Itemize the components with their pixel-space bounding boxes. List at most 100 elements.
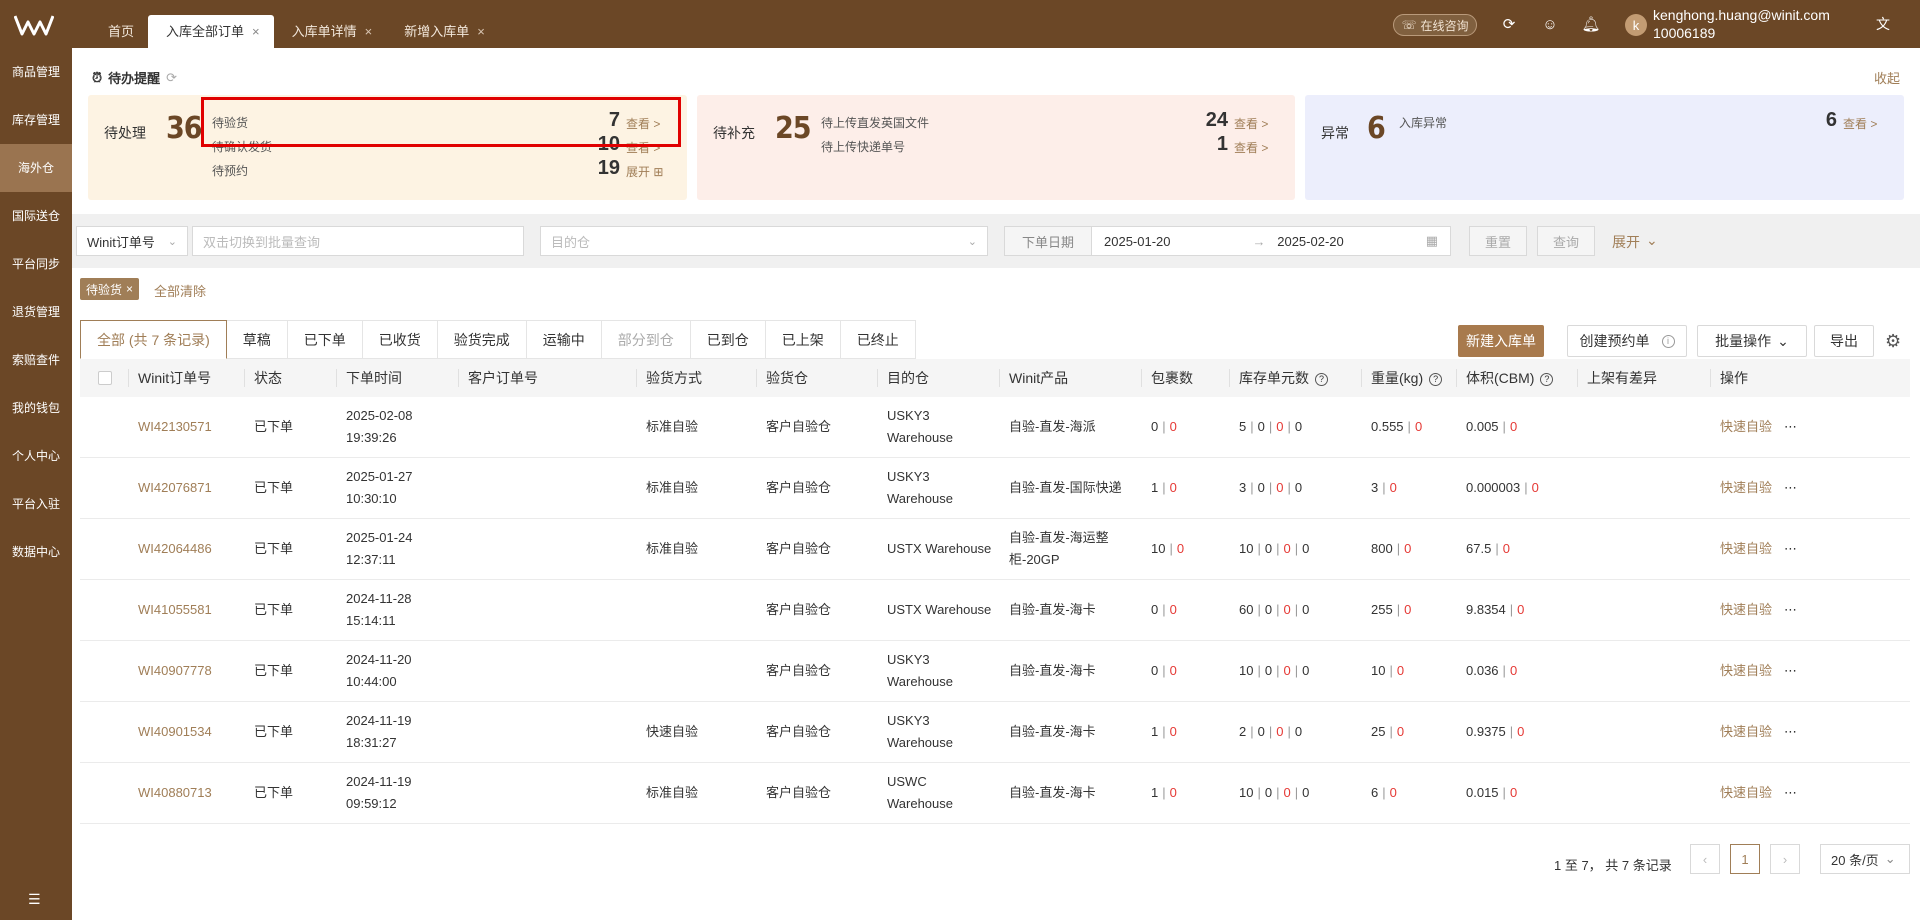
help-icon[interactable]: ?	[1315, 372, 1328, 386]
view-link[interactable]: 查看 >	[626, 139, 660, 156]
sidebar-item[interactable]: 海外仓	[0, 144, 72, 192]
order-id-link[interactable]: WI42130571	[138, 416, 212, 438]
order-id-link[interactable]: WI42076871	[138, 477, 212, 499]
help-icon[interactable]: ?	[1429, 372, 1443, 386]
order-type-select[interactable]: Winit订单号 ⌄	[76, 226, 188, 256]
column-header: 库存单元数?	[1229, 359, 1361, 397]
new-inbound-button[interactable]: 新建入库单	[1458, 325, 1544, 357]
page-number[interactable]: 1	[1730, 844, 1760, 874]
sidebar-item[interactable]: 商品管理	[0, 48, 72, 96]
order-id-link[interactable]: WI40901534	[138, 721, 212, 743]
quick-inspect-link[interactable]: 快速自验	[1720, 416, 1772, 438]
quick-inspect-link[interactable]: 快速自验	[1720, 538, 1772, 560]
more-icon[interactable]: ⋯	[1784, 599, 1797, 621]
query-button[interactable]: 查询	[1537, 226, 1595, 256]
quick-inspect-link[interactable]: 快速自验	[1720, 477, 1772, 499]
order-search-input[interactable]: 双击切换到批量查询	[192, 226, 524, 256]
warehouse-select[interactable]: 目的仓 ⌄	[540, 226, 988, 256]
expand-link[interactable]: 展开 ⊞	[626, 163, 663, 180]
separator: |	[1250, 419, 1254, 434]
quick-inspect-link[interactable]: 快速自验	[1720, 599, 1772, 621]
sidebar-item[interactable]: 个人中心	[0, 432, 72, 480]
date-range-picker[interactable]: 2025-01-20 → 2025-02-20 ▦	[1091, 226, 1451, 256]
reload-icon[interactable]: ⟳	[166, 70, 177, 86]
order-id-link[interactable]: WI42064486	[138, 538, 212, 560]
prev-page-button[interactable]: ‹	[1690, 844, 1720, 874]
sidebar-item[interactable]: 国际送仓	[0, 192, 72, 240]
value: 0.000003	[1466, 480, 1521, 495]
date-from[interactable]: 2025-01-20	[1104, 234, 1252, 249]
menu-toggle-icon[interactable]: ☰	[28, 891, 41, 908]
online-consult-button[interactable]: ☏ 在线咨询	[1393, 14, 1477, 36]
more-icon[interactable]: ⋯	[1784, 782, 1797, 804]
page-tab[interactable]: 新增入库单 ×	[386, 15, 499, 48]
user-info[interactable]: kenghong.huang@winit.com 10006189	[1653, 6, 1830, 42]
select-all-checkbox[interactable]	[98, 371, 112, 385]
date-to[interactable]: 2025-02-20	[1277, 234, 1425, 249]
status-tab[interactable]: 已终止	[840, 320, 916, 359]
page-tab[interactable]: 入库单详情 ×	[274, 15, 387, 48]
status-tab[interactable]: 部分到仓	[601, 320, 691, 359]
batch-actions-button[interactable]: 批量操作 ⌄	[1697, 325, 1807, 357]
sidebar-item[interactable]: 数据中心	[0, 528, 72, 576]
status-tab[interactable]: 验货完成	[437, 320, 527, 359]
product-cell: 自验-直发-海卡	[999, 580, 1141, 640]
headset-icon: ☏	[1401, 18, 1417, 32]
next-page-button[interactable]: ›	[1770, 844, 1800, 874]
sidebar-item[interactable]: 库存管理	[0, 96, 72, 144]
more-icon[interactable]: ⋯	[1784, 416, 1797, 438]
status-tab[interactable]: 已到仓	[690, 320, 766, 359]
close-icon[interactable]: ×	[477, 15, 485, 48]
more-icon[interactable]: ⋯	[1784, 660, 1797, 682]
winit-logo-icon[interactable]	[14, 14, 54, 36]
column-header-label: 操作	[1720, 370, 1748, 386]
quick-inspect-link[interactable]: 快速自验	[1720, 782, 1772, 804]
sidebar-item[interactable]: 索赔查件	[0, 336, 72, 384]
status-tab[interactable]: 已下单	[287, 320, 363, 359]
page-size-select[interactable]: 20 条/页 ⌄	[1820, 844, 1910, 874]
page-tab[interactable]: 入库全部订单 ×	[148, 15, 274, 48]
status-tab[interactable]: 草稿	[226, 320, 288, 359]
page-tab[interactable]: 首页	[90, 15, 148, 48]
translate-icon[interactable]: 文	[1874, 15, 1892, 33]
more-icon[interactable]: ⋯	[1784, 538, 1797, 560]
more-icon[interactable]: ⋯	[1784, 477, 1797, 499]
sidebar-item[interactable]: 平台同步	[0, 240, 72, 288]
help-icon[interactable]: ?	[1540, 372, 1554, 386]
sidebar-item[interactable]: 平台入驻	[0, 480, 72, 528]
bell-icon[interactable]: 🔔︎	[1581, 15, 1600, 33]
separator: |	[1268, 724, 1273, 739]
view-link[interactable]: 查看 >	[626, 115, 660, 132]
view-link[interactable]: 查看 >	[1843, 115, 1877, 132]
column-header-label: Winit订单号	[138, 370, 212, 386]
order-id-link[interactable]: WI40880713	[138, 782, 212, 804]
close-icon[interactable]: ×	[365, 15, 373, 48]
clear-all-link[interactable]: 全部清除	[154, 281, 206, 300]
refresh-icon[interactable]: ⟳	[1500, 15, 1518, 33]
smile-feedback-icon[interactable]: ☺	[1541, 15, 1559, 33]
more-icon[interactable]: ⋯	[1784, 721, 1797, 743]
create-appointment-button[interactable]: 创建预约单 i	[1567, 325, 1687, 357]
sidebar-item[interactable]: 退货管理	[0, 288, 72, 336]
status-tab[interactable]: 已收货	[362, 320, 438, 359]
quick-inspect-link[interactable]: 快速自验	[1720, 660, 1772, 682]
status-tab[interactable]: 已上架	[765, 320, 841, 359]
inspect-method-cell	[636, 580, 756, 640]
avatar[interactable]: k	[1625, 14, 1647, 36]
status-tab[interactable]: 运输中	[526, 320, 602, 359]
quick-inspect-link[interactable]: 快速自验	[1720, 721, 1772, 743]
reset-button[interactable]: 重置	[1469, 226, 1527, 256]
order-id-link[interactable]: WI41055581	[138, 599, 212, 621]
status-tab[interactable]: 全部 (共 7 条记录)	[80, 320, 227, 359]
view-link[interactable]: 查看 >	[1234, 139, 1268, 156]
expand-filter-button[interactable]: 展开 ⌄	[1612, 232, 1658, 252]
separator: |	[1502, 419, 1506, 434]
export-button[interactable]: 导出	[1814, 325, 1874, 357]
order-id-link[interactable]: WI40907778	[138, 660, 212, 682]
view-link[interactable]: 查看 >	[1234, 115, 1268, 132]
sidebar-item[interactable]: 我的钱包	[0, 384, 72, 432]
close-icon[interactable]: ×	[126, 282, 133, 296]
gear-icon[interactable]: ⚙	[1885, 331, 1901, 352]
close-icon[interactable]: ×	[252, 15, 260, 48]
collapse-link[interactable]: 收起	[1874, 68, 1900, 87]
